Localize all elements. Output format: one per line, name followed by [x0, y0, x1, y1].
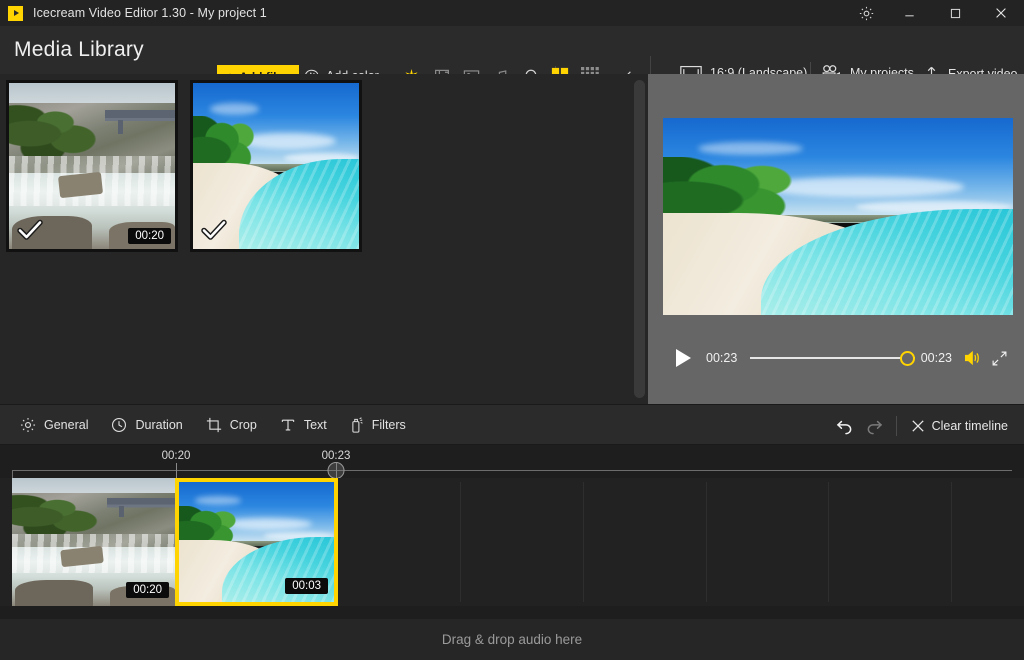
timeline-actions: Clear timeline — [830, 405, 1024, 446]
tool-general[interactable]: General — [8, 404, 99, 445]
spray-can-icon — [352, 416, 363, 433]
track-slot-divider — [828, 482, 829, 602]
tool-duration[interactable]: Duration — [99, 404, 193, 445]
audio-track-dropzone[interactable]: Drag & drop audio here — [0, 619, 1024, 660]
track-slot-divider — [583, 482, 584, 602]
video-track: 00:20 00:03 — [0, 478, 1024, 652]
preview-video-stage[interactable] — [663, 118, 1013, 315]
media-library-panel: 00:20 — [0, 74, 648, 404]
tool-duration-label: Duration — [135, 417, 183, 432]
current-time: 00:23 — [706, 351, 738, 365]
maximize-button[interactable] — [932, 0, 978, 26]
window-controls — [846, 0, 1024, 26]
preview-controls: 00:23 00:23 — [648, 338, 1024, 378]
seek-slider[interactable] — [750, 348, 915, 368]
beach-thumbnail-art — [193, 83, 359, 249]
gear-icon — [20, 417, 36, 432]
library-item-waterfall[interactable]: 00:20 — [6, 80, 178, 252]
settings-gear-icon[interactable] — [846, 0, 886, 26]
actions-divider — [895, 415, 897, 436]
fullscreen-button[interactable] — [986, 346, 1012, 370]
media-library-toolbar: Media Library + Add files Add color — [0, 26, 1024, 96]
library-vertical-scrollbar[interactable] — [634, 80, 645, 398]
timeline-clip-duration: 00:03 — [285, 578, 328, 594]
minimize-button[interactable] — [886, 0, 932, 26]
library-thumbnail: 00:20 — [9, 83, 175, 249]
text-icon — [281, 419, 295, 430]
window-title: Icecream Video Editor 1.30 - My project … — [33, 6, 267, 20]
tool-text[interactable]: Text — [268, 404, 338, 445]
app-window: Icecream Video Editor 1.30 - My project … — [0, 0, 1024, 660]
ruler-label-1: 00:20 — [161, 450, 191, 462]
ruler-baseline — [12, 470, 1012, 471]
timeline-panel: 00:20 00:23 00:20 00:03 Drag & drop audi… — [0, 445, 1024, 660]
preview-beach-art — [663, 118, 1013, 315]
play-button[interactable] — [670, 345, 696, 371]
library-item-beach[interactable] — [190, 80, 362, 252]
audio-drop-hint: Drag & drop audio here — [441, 632, 583, 647]
tool-crop[interactable]: Crop — [194, 404, 268, 445]
close-button[interactable] — [978, 0, 1024, 26]
tool-crop-label: Crop — [229, 417, 257, 432]
tool-general-label: General — [44, 417, 89, 432]
clock-icon — [112, 417, 127, 432]
track-slot-divider — [706, 482, 707, 602]
tool-text-label: Text — [303, 417, 327, 432]
preview-panel: 00:23 00:23 — [648, 74, 1024, 404]
play-icon — [675, 349, 691, 367]
playhead-handle[interactable] — [327, 462, 345, 479]
timeline-clip-waterfall[interactable]: 00:20 — [12, 478, 175, 606]
track-slot-divider — [951, 482, 952, 602]
library-thumbnail — [193, 83, 359, 249]
redo-button[interactable] — [860, 405, 890, 446]
clear-timeline-button[interactable]: Clear timeline — [903, 419, 1024, 433]
clear-timeline-label: Clear timeline — [931, 418, 1008, 433]
library-item-duration: 00:20 — [128, 228, 171, 244]
ruler-tick-1 — [176, 463, 177, 478]
timeline-clip-beach[interactable]: 00:03 — [175, 478, 338, 606]
app-logo-icon — [8, 5, 23, 21]
title-bar: Icecream Video Editor 1.30 - My project … — [0, 0, 1024, 26]
page-title: Media Library — [14, 38, 144, 61]
ruler-edge-left — [12, 470, 13, 478]
track-slot-divider — [460, 482, 461, 602]
crop-icon — [206, 417, 221, 432]
tool-filters-label: Filters — [371, 417, 406, 432]
seek-track — [750, 357, 915, 359]
tool-filters[interactable]: Filters — [338, 404, 417, 445]
timeline-ruler[interactable]: 00:20 00:23 — [0, 445, 1024, 470]
volume-button[interactable] — [960, 346, 986, 370]
close-x-icon — [911, 419, 924, 432]
undo-button[interactable] — [830, 405, 860, 446]
ruler-label-2: 00:23 — [321, 450, 351, 462]
total-time: 00:23 — [920, 351, 952, 365]
clip-edit-toolbar: General Duration Crop Text Filters Clear… — [0, 404, 1024, 445]
seek-handle[interactable] — [899, 350, 915, 366]
waterfall-thumbnail-art — [9, 83, 175, 249]
timeline-clip-duration: 00:20 — [126, 582, 169, 598]
